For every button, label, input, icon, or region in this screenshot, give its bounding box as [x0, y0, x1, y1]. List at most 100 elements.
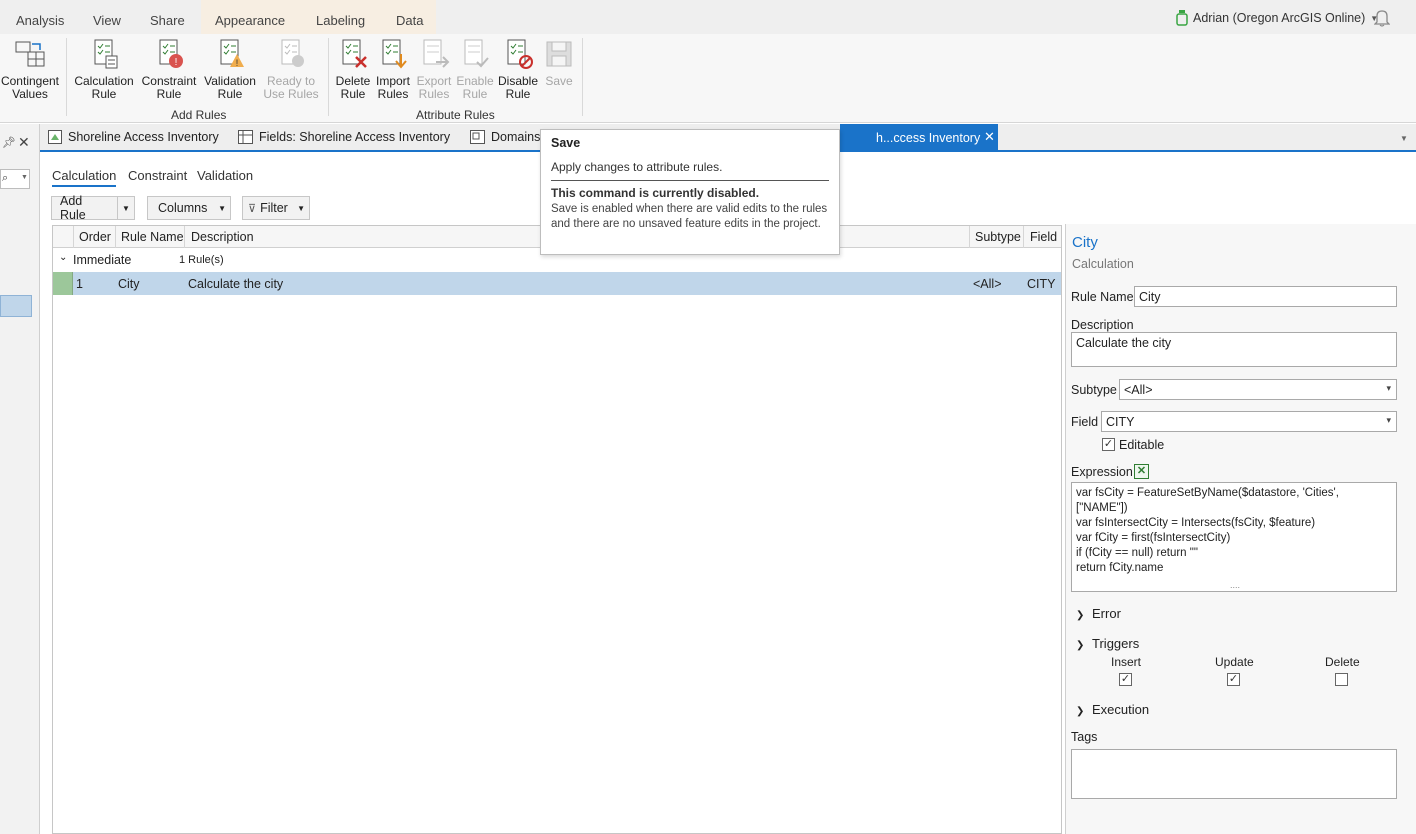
- tab-attribute-rules-active[interactable]: h...ccess Inventory ✕: [840, 124, 998, 150]
- close-icon[interactable]: ✕: [18, 134, 30, 151]
- delete-label: Delete: [1325, 655, 1360, 669]
- tab-domains[interactable]: Domains:: [470, 130, 544, 144]
- execution-section[interactable]: ❯ Execution: [1076, 702, 1149, 717]
- expression-editor[interactable]: var fsCity = FeatureSetByName($datastore…: [1071, 482, 1397, 592]
- field-select[interactable]: CITY: [1101, 411, 1397, 432]
- tooltip-title: Save: [551, 136, 581, 150]
- column-divider: [969, 226, 970, 248]
- column-divider: [115, 226, 116, 248]
- calculation-rule-label: Calculation Rule: [74, 74, 134, 101]
- search-box[interactable]: ⌕ ▼: [0, 169, 30, 189]
- filter-label: Filter: [260, 201, 288, 215]
- column-divider: [1023, 226, 1024, 248]
- validation-rule-button[interactable]: ! Validation Rule: [200, 38, 260, 101]
- chevron-down-icon: ▼: [21, 174, 28, 181]
- enable-rule-icon: [464, 39, 489, 68]
- tab-analysis[interactable]: Analysis: [16, 13, 64, 28]
- doc-tab-label: Shoreline Access Inventory: [68, 130, 219, 144]
- export-rules-button[interactable]: Export Rules: [414, 38, 454, 101]
- constraint-rule-button[interactable]: ! Constraint Rule: [138, 38, 200, 101]
- rules-table: Order Rule Name Description Subtype Fiel…: [52, 225, 1062, 834]
- calculation-rule-button[interactable]: Calculation Rule: [72, 38, 136, 101]
- tags-input[interactable]: [1071, 749, 1397, 799]
- tab-appearance[interactable]: Appearance: [215, 13, 285, 28]
- tab-share[interactable]: Share: [150, 13, 185, 28]
- resize-grip-icon[interactable]: ....: [1230, 578, 1240, 593]
- tab-labeling[interactable]: Labeling: [316, 13, 365, 28]
- chevron-down-icon[interactable]: ⌄: [59, 252, 67, 263]
- subtab-validation[interactable]: Validation: [197, 168, 253, 183]
- close-tab-icon[interactable]: ✕: [984, 129, 995, 145]
- editable-label: Editable: [1119, 438, 1165, 452]
- chevron-right-icon: ❯: [1076, 706, 1085, 717]
- tab-fields[interactable]: Fields: Shoreline Access Inventory: [238, 130, 450, 144]
- subtab-constraint[interactable]: Constraint: [128, 168, 187, 183]
- tab-data[interactable]: Data: [396, 13, 423, 28]
- columns-dropdown[interactable]: Columns ▼: [147, 196, 231, 220]
- domains-icon: [470, 130, 485, 144]
- rule-name-label: Rule Name: [1071, 290, 1134, 304]
- ready-to-use-rules-button[interactable]: Ready to Use Rules: [260, 38, 322, 101]
- ribbon-separator: [66, 38, 67, 116]
- subtype-select[interactable]: <All>: [1119, 379, 1397, 400]
- row-selector[interactable]: [53, 272, 73, 295]
- save-button[interactable]: Save: [540, 38, 578, 88]
- error-section-label: Error: [1092, 606, 1121, 621]
- chevron-right-icon: ❯: [1076, 610, 1085, 621]
- chevron-down-icon[interactable]: ▼: [116, 197, 134, 219]
- fields-table-icon: [238, 130, 253, 144]
- save-label: Save: [545, 74, 573, 88]
- column-header-subtype[interactable]: Subtype: [975, 230, 1021, 244]
- error-section[interactable]: ❯ Error: [1076, 606, 1121, 621]
- description-label: Description: [1071, 318, 1134, 332]
- save-tooltip: Save Apply changes to attribute rules. T…: [540, 129, 840, 255]
- tab-overflow-chevron-icon[interactable]: ▼: [1400, 134, 1408, 143]
- expression-builder-icon[interactable]: ✕: [1134, 464, 1149, 479]
- enable-rule-button[interactable]: Enable Rule: [455, 38, 495, 101]
- chevron-down-icon: ❯: [1076, 640, 1085, 651]
- disable-rule-icon: [507, 39, 533, 69]
- constraint-rule-label: Constraint Rule: [141, 74, 197, 101]
- column-header-rule-name[interactable]: Rule Name: [121, 230, 184, 244]
- notification-bell-icon[interactable]: [1374, 9, 1390, 27]
- triggers-section[interactable]: ❯ Triggers: [1076, 636, 1139, 651]
- import-rules-button[interactable]: Import Rules: [373, 38, 413, 101]
- add-rule-split-button[interactable]: Add Rule ▼: [51, 194, 135, 222]
- column-header-field[interactable]: Field: [1030, 230, 1057, 244]
- disable-rule-button[interactable]: Disable Rule: [496, 38, 540, 101]
- validation-rule-icon: !: [220, 39, 244, 68]
- contingent-values-button[interactable]: Contingent Values: [0, 38, 60, 101]
- update-checkbox[interactable]: ✓: [1227, 673, 1240, 686]
- user-account-menu[interactable]: Adrian (Oregon ArcGIS Online) ▼: [1176, 10, 1378, 26]
- field-value: CITY: [1106, 415, 1135, 429]
- ready-to-use-rules-icon: [281, 39, 304, 67]
- contingent-values-label: Contingent Values: [0, 74, 60, 101]
- delete-checkbox[interactable]: [1335, 673, 1348, 686]
- contingent-values-icon: [15, 41, 45, 67]
- tags-label: Tags: [1071, 730, 1098, 744]
- ready-to-use-rules-label: Ready to Use Rules: [263, 74, 319, 101]
- column-header-description[interactable]: Description: [191, 230, 254, 244]
- description-textarea[interactable]: Calculate the city: [1071, 332, 1397, 367]
- pin-icon[interactable]: 📌︎: [2, 136, 16, 149]
- doc-tab-label: Domains:: [491, 130, 544, 144]
- svg-text:!: !: [175, 57, 178, 68]
- tab-view[interactable]: View: [93, 13, 121, 28]
- tab-shoreline-access-inventory[interactable]: Shoreline Access Inventory: [48, 130, 219, 144]
- cell-subtype: <All>: [973, 277, 1002, 291]
- rule-name-input[interactable]: City: [1134, 286, 1397, 307]
- group-label-attribute-rules: Attribute Rules: [416, 108, 495, 122]
- expression-line: var fsIntersectCity = Intersects(fsCity,…: [1076, 517, 1316, 529]
- editable-checkbox[interactable]: ✓: [1102, 438, 1115, 451]
- disable-rule-label: Disable Rule: [497, 74, 539, 101]
- column-header-order[interactable]: Order: [79, 230, 111, 244]
- filter-dropdown[interactable]: ⊽ Filter ▼: [242, 196, 310, 220]
- subtab-calculation[interactable]: Calculation: [52, 168, 117, 187]
- selected-layer-item[interactable]: [0, 295, 32, 317]
- delete-rule-button[interactable]: Delete Rule: [334, 38, 372, 101]
- add-rule-label: Add Rule: [60, 194, 86, 222]
- table-row[interactable]: 1 City Calculate the city <All> CITY: [53, 272, 1061, 295]
- insert-checkbox[interactable]: ✓: [1119, 673, 1132, 686]
- column-divider: [184, 226, 185, 248]
- rule-title: City: [1072, 234, 1098, 251]
